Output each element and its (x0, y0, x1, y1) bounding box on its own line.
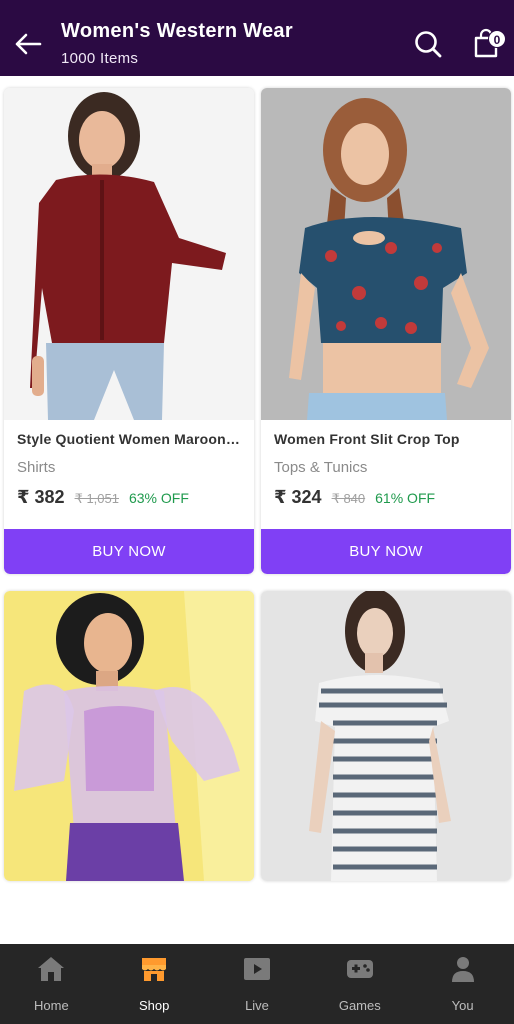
app-header: Women's Western Wear 1000 Items 0 (0, 0, 514, 76)
product-mrp: ₹ 1,051 (74, 491, 119, 506)
nav-shop[interactable]: Shop (103, 944, 206, 1024)
product-card[interactable] (4, 591, 254, 881)
price-row: ₹ 382 ₹ 1,051 63% OFF (17, 487, 189, 508)
live-icon (243, 958, 270, 980)
nav-you[interactable]: You (411, 944, 514, 1024)
user-icon (451, 957, 474, 982)
product-image[interactable] (261, 591, 511, 881)
discount-label: 63% OFF (128, 490, 189, 506)
product-image[interactable] (4, 88, 254, 420)
product-category: Shirts (17, 459, 56, 476)
product-name: Style Quotient Women Maroon… (17, 431, 241, 447)
gamepad-icon (346, 960, 373, 978)
discount-label: 61% OFF (375, 490, 436, 506)
nav-label: Home (34, 998, 69, 1013)
product-card[interactable]: Style Quotient Women Maroon… Shirts ₹ 38… (4, 88, 254, 574)
nav-home[interactable]: Home (0, 944, 103, 1024)
product-mrp: ₹ 840 (331, 491, 366, 506)
item-count: 1000 Items (61, 50, 139, 67)
product-price: ₹ 324 (274, 487, 322, 507)
buy-now-button[interactable]: BUY NOW (261, 529, 511, 574)
product-grid: Style Quotient Women Maroon… Shirts ₹ 38… (0, 76, 514, 944)
product-category: Tops & Tunics (274, 459, 368, 476)
nav-label: Live (245, 998, 269, 1013)
bottom-navigation: Home Shop Live Games You (0, 944, 514, 1024)
page-title: Women's Western Wear (61, 20, 293, 42)
cart-count-badge: 0 (488, 30, 506, 48)
product-card[interactable]: Women Front Slit Crop Top Tops & Tunics … (261, 88, 511, 574)
product-price: ₹ 382 (17, 487, 65, 507)
price-row: ₹ 324 ₹ 840 61% OFF (274, 487, 435, 508)
product-name: Women Front Slit Crop Top (274, 431, 460, 447)
nav-label: Shop (139, 998, 170, 1013)
nav-games[interactable]: Games (308, 944, 411, 1024)
product-card[interactable] (261, 591, 511, 881)
cart-button[interactable]: 0 (470, 28, 506, 60)
nav-label: You (451, 998, 474, 1013)
nav-live[interactable]: Live (206, 944, 309, 1024)
nav-label: Games (338, 998, 381, 1013)
product-image[interactable] (4, 591, 254, 881)
search-icon[interactable] (412, 28, 444, 60)
home-icon (38, 957, 65, 981)
product-image[interactable] (261, 88, 511, 420)
back-arrow-icon[interactable] (12, 30, 44, 58)
shop-icon (142, 958, 167, 981)
buy-now-button[interactable]: BUY NOW (4, 529, 254, 574)
